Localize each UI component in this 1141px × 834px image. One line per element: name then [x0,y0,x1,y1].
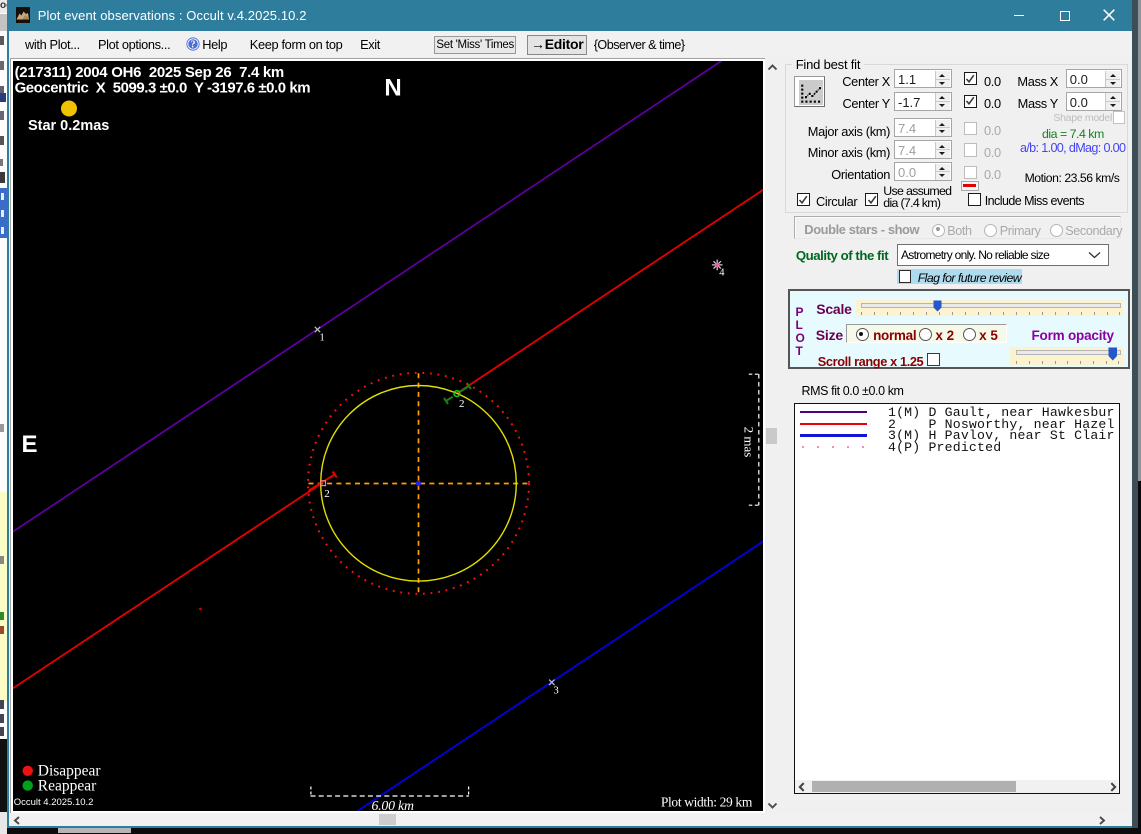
svg-text:Reappear: Reappear [38,778,97,795]
svg-text:N: N [384,74,401,101]
svg-text:Star 0.2mas: Star 0.2mas [28,118,109,134]
svg-text:2: 2 [459,398,465,410]
svg-text:6.00 km: 6.00 km [371,798,413,811]
svg-text:2: 2 [324,488,330,500]
svg-text:3: 3 [553,685,558,696]
svg-text:2 mas: 2 mas [741,427,756,458]
svg-text:E: E [21,431,37,458]
svg-text:Plot width: 29 km: Plot width: 29 km [661,794,753,809]
svg-text:Geocentric X 5099.3 ±0.0 Y: Geocentric X 5099.3 ±0.0 Y -3197.6 ±0.0 … [15,80,311,97]
svg-text:4: 4 [719,268,725,279]
svg-text:?: ? [190,39,195,50]
svg-text:Occult 4.2025.10.2: Occult 4.2025.10.2 [14,797,94,808]
svg-text:1: 1 [319,333,324,344]
